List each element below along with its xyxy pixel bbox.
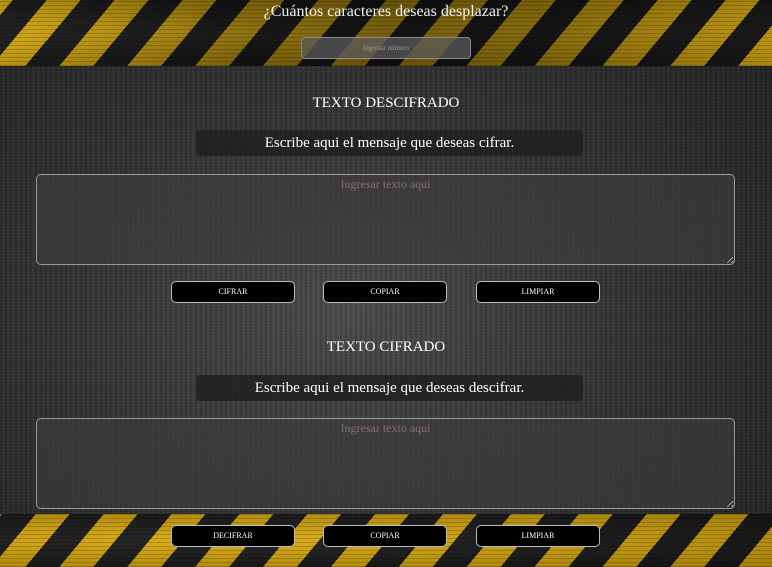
clear-plain-button[interactable]: LIMPIAR <box>476 281 600 303</box>
encrypted-section-title: TEXTO CIFRADO <box>326 339 446 355</box>
copy-cipher-button[interactable]: COPIAR <box>323 525 447 547</box>
copy-plain-button[interactable]: COPIAR <box>323 281 447 303</box>
shift-question: ¿Cuántos caracteres deseas desplazar? <box>263 3 509 20</box>
encrypt-instruction: Escribe aqui el mensaje que deseas cifra… <box>196 130 583 156</box>
decrypted-section-title: TEXTO DESCIFRADO <box>312 95 460 111</box>
decrypt-button[interactable]: DECIFRAR <box>171 525 295 547</box>
clear-cipher-button[interactable]: LIMPIAR <box>476 525 600 547</box>
plain-text-input[interactable] <box>36 174 735 265</box>
encrypt-button[interactable]: CIFRAR <box>171 281 295 303</box>
decrypt-instruction: Escribe aqui el mensaje que deseas desci… <box>196 375 583 401</box>
cipher-text-input[interactable] <box>36 418 735 509</box>
shift-number-input[interactable] <box>301 37 471 59</box>
